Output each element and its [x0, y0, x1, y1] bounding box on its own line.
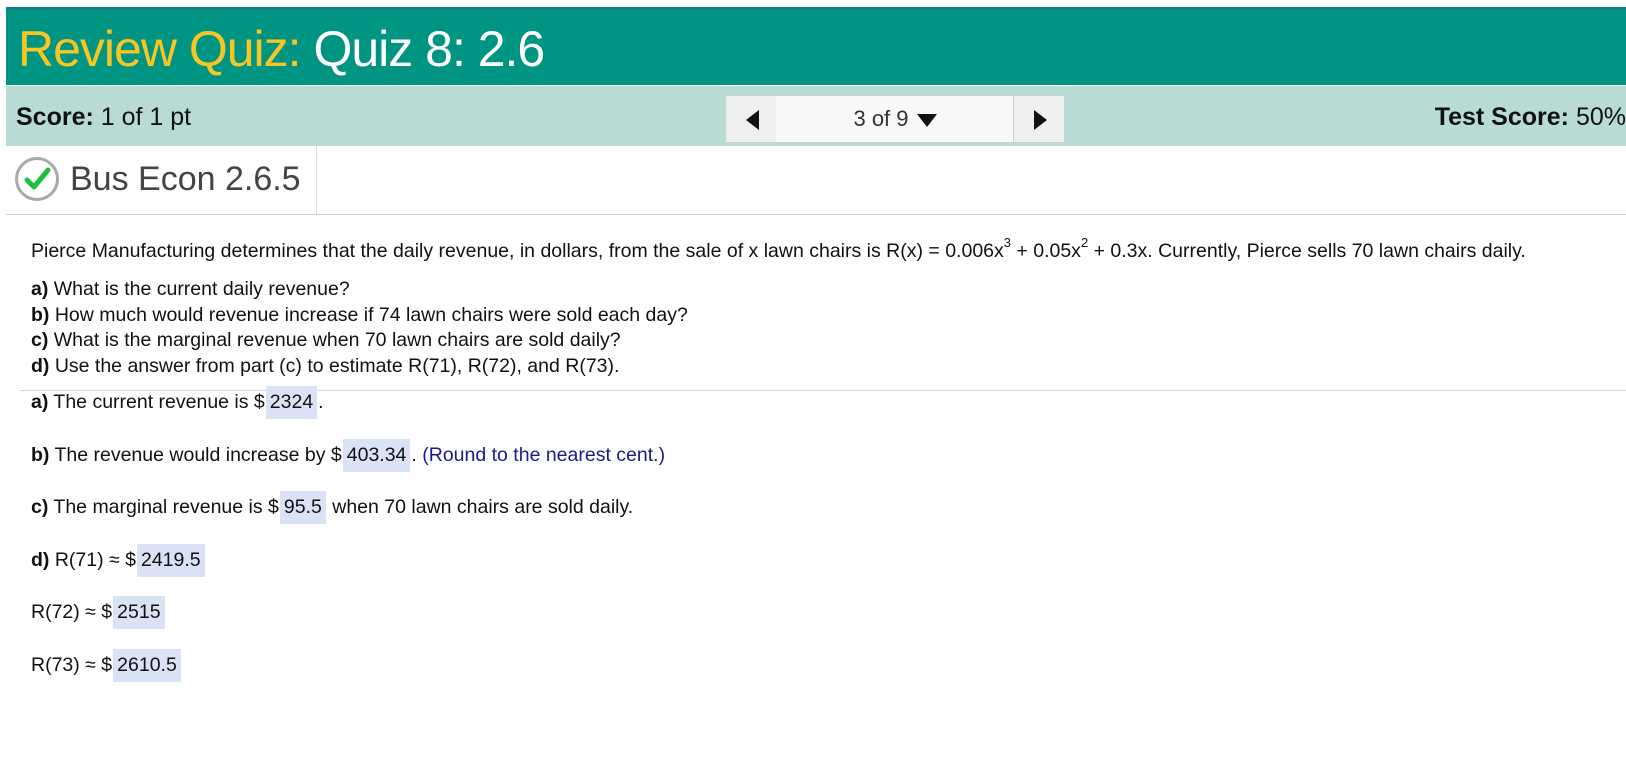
- part-b: b) How much would revenue increase if 74…: [31, 303, 688, 329]
- exponent-3: 3: [1003, 235, 1011, 250]
- rounding-note: (Round to the nearest cent.): [422, 444, 666, 466]
- part-label: a): [31, 278, 49, 300]
- part-a: a) What is the current daily revenue?: [31, 277, 688, 303]
- score-value: 1 of 1 pt: [100, 103, 192, 131]
- question-select-dropdown[interactable]: 3 of 9: [776, 96, 1014, 142]
- answer-c-field[interactable]: 95.5: [279, 491, 326, 524]
- question-position: 3 of 9: [853, 106, 909, 131]
- answer-a: a) The current revenue is $2324.: [31, 386, 324, 419]
- answer-label: a): [31, 391, 49, 413]
- answer-pre: R(73) ≈ $: [31, 654, 113, 676]
- part-label: b): [31, 303, 50, 326]
- answer-d-r73: R(73) ≈ $2610.5: [31, 649, 182, 682]
- answer-c: c) The marginal revenue is $95.5 when 70…: [31, 491, 633, 524]
- answer-label: d): [31, 549, 50, 571]
- score-label: Score:: [16, 103, 94, 131]
- test-score-label: Test Score:: [1434, 103, 1569, 131]
- part-label: d): [31, 354, 50, 377]
- answer-post: .: [411, 444, 417, 466]
- answer-d-r71-field[interactable]: 2419.5: [136, 544, 205, 577]
- previous-question-button[interactable]: [726, 96, 777, 142]
- answer-d-r72: R(72) ≈ $2515: [31, 596, 166, 629]
- question-parts: a) What is the current daily revenue? b)…: [31, 277, 688, 379]
- answer-b: b) The revenue would increase by $403.34…: [31, 439, 665, 472]
- answer-label: c): [31, 496, 49, 518]
- part-c: c) What is the marginal revenue when 70 …: [31, 328, 688, 354]
- title-bar: Review Quiz: Quiz 8: 2.6: [6, 7, 1626, 85]
- part-text: What is the marginal revenue when 70 law…: [53, 329, 621, 351]
- question-title: Bus Econ 2.6.5: [70, 160, 301, 198]
- question-title-box: Bus Econ 2.6.5: [6, 146, 317, 214]
- answer-pre: The marginal revenue is $: [53, 496, 279, 518]
- problem-tail: + 0.3x. Currently, Pierce sells 70 lawn …: [1088, 240, 1526, 262]
- problem-lead: Pierce Manufacturing determines that the…: [31, 240, 1004, 262]
- part-text: What is the current daily revenue?: [53, 278, 350, 300]
- answer-a-field[interactable]: 2324: [265, 386, 318, 419]
- page-title: Review Quiz: Quiz 8: 2.6: [18, 20, 545, 78]
- check-icon: [15, 157, 59, 201]
- top-strip: [0, 0, 1626, 7]
- problem-mid: + 0.05x: [1011, 240, 1081, 262]
- part-label: c): [31, 329, 49, 351]
- caret-down-icon: [916, 114, 937, 127]
- answer-d-r73-field[interactable]: 2610.5: [113, 649, 181, 682]
- answer-pre: The revenue would increase by $: [54, 444, 342, 466]
- checkmark-graphic: [24, 167, 51, 190]
- part-d: d) Use the answer from part (c) to estim…: [31, 354, 688, 380]
- test-score: Test Score: 50%: [1435, 103, 1626, 132]
- question-navigator: 3 of 9: [725, 95, 1065, 143]
- part-text: How much would revenue increase if 74 la…: [54, 303, 688, 326]
- answer-label: b): [31, 444, 50, 466]
- answer-pre: R(71) ≈ $: [54, 549, 136, 571]
- answer-d-r72-field[interactable]: 2515: [113, 596, 165, 629]
- answer-d-r71: d) R(71) ≈ $2419.5: [31, 544, 206, 577]
- next-question-button[interactable]: [1013, 96, 1064, 142]
- quiz-title: Quiz 8: 2.6: [313, 21, 545, 77]
- question-score: Score: 1 of 1 pt: [16, 103, 191, 132]
- answer-pre: R(72) ≈ $: [31, 601, 113, 623]
- answer-post: .: [318, 391, 324, 413]
- test-score-value: 50%: [1575, 103, 1626, 131]
- answer-pre: The current revenue is $: [53, 391, 265, 413]
- answer-b-field[interactable]: 403.34: [342, 439, 411, 472]
- title-prefix: Review Quiz:: [18, 21, 302, 77]
- problem-statement: Pierce Manufacturing determines that the…: [31, 235, 1526, 264]
- answer-post: when 70 lawn chairs are sold daily.: [332, 496, 634, 518]
- question-header: Bus Econ 2.6.5: [6, 146, 1626, 215]
- part-text: Use the answer from part (c) to estimate…: [54, 354, 620, 377]
